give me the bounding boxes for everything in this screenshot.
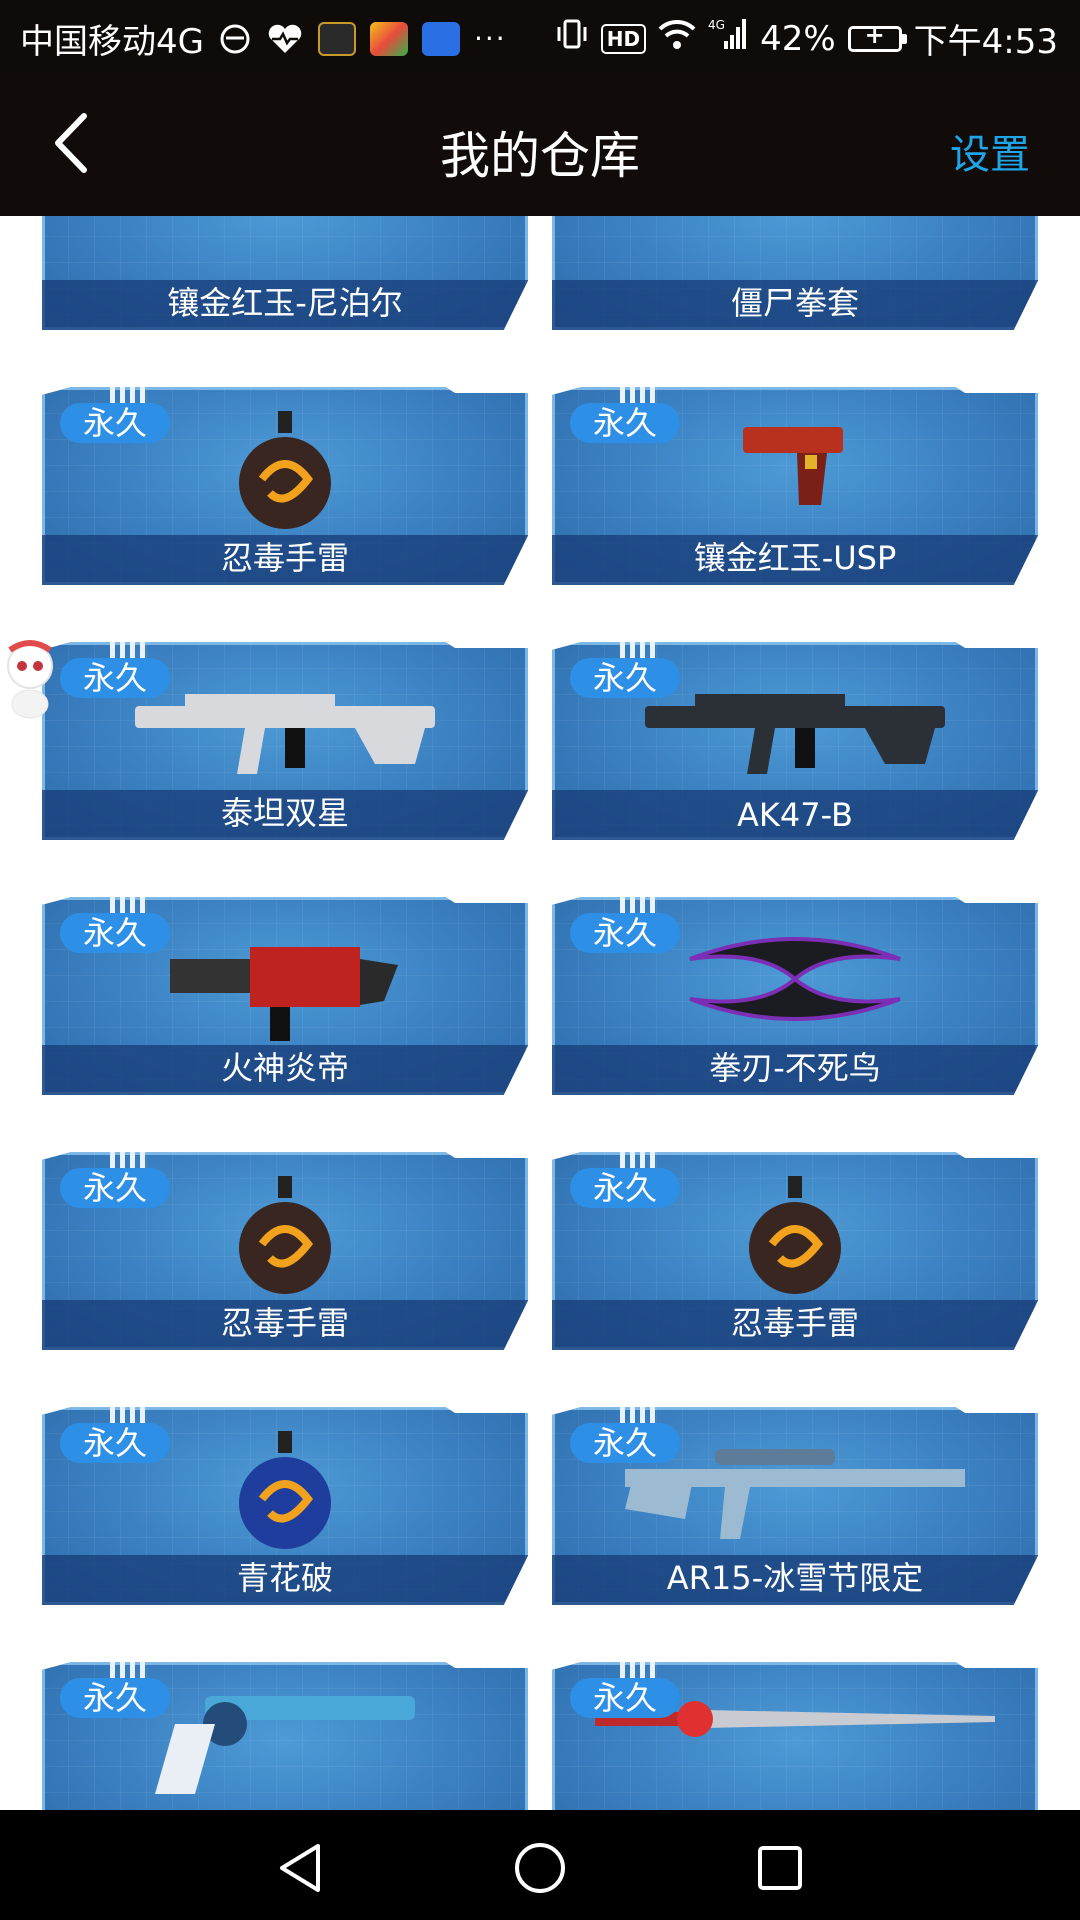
wifi-icon xyxy=(658,18,696,59)
more-notifications: ··· xyxy=(473,22,507,55)
item-name: 忍毒手雷 xyxy=(730,1304,859,1342)
floating-mascot[interactable] xyxy=(0,636,60,726)
battery-percent: 42% xyxy=(760,18,836,59)
item-card[interactable]: 永久 xyxy=(42,1662,528,1810)
item-card[interactable]: 永久忍毒手雷 xyxy=(42,387,528,585)
app-header: 我的仓库 设置 xyxy=(0,72,1080,216)
item-card[interactable]: 永久 AR15-冰雪节限定 xyxy=(552,1407,1038,1605)
triangle-back-icon xyxy=(280,1844,320,1892)
battery-charging-icon: + xyxy=(847,21,907,52)
blade-icon xyxy=(680,919,910,1043)
item-card[interactable]: 永久镶金红玉-USP xyxy=(552,387,1038,585)
permanent-badge: 永久 xyxy=(60,658,170,698)
system-navigation-bar xyxy=(0,1810,1080,1920)
item-name: 镶金红玉-USP xyxy=(693,539,897,577)
vibrate-icon xyxy=(555,17,589,60)
item-card[interactable]: 永久 AK47-B xyxy=(552,642,1038,840)
item-name: AK47-B xyxy=(737,796,853,834)
page-title: 我的仓库 xyxy=(440,127,640,185)
item-card[interactable]: 永久 xyxy=(552,1662,1038,1810)
item-card[interactable]: 永久忍毒手雷 xyxy=(42,1152,528,1350)
app-icon-game xyxy=(317,21,356,56)
app-icon-store xyxy=(369,21,408,56)
item-card[interactable]: 镶金红玉-尼泊尔 xyxy=(42,216,528,330)
heart-rate-icon xyxy=(266,22,304,56)
permanent-badge: 永久 xyxy=(570,658,680,698)
permanent-badge: 永久 xyxy=(570,403,680,443)
permanent-badge: 永久 xyxy=(60,1423,170,1463)
carrier-label: 中国移动4G xyxy=(20,22,204,62)
item-name: 青花破 xyxy=(236,1559,333,1597)
svg-text:4G: 4G xyxy=(708,18,725,32)
warehouse-scroll-area[interactable]: 镶金红玉-尼泊尔 僵尸拳套 永久 忍毒手雷 永久 镶金红玉-USP 永久 泰坦双星 永久 AK47… xyxy=(0,216,1080,1810)
knife-icon xyxy=(185,216,385,218)
item-card[interactable]: 永久火神炎帝 xyxy=(42,897,528,1095)
clock: 下午4:53 xyxy=(913,22,1058,62)
back-nav-button[interactable] xyxy=(270,1838,330,1898)
recents-nav-button[interactable] xyxy=(750,1838,810,1898)
item-name: 拳刃-不死鸟 xyxy=(709,1049,881,1087)
item-name: 镶金红玉-尼泊尔 xyxy=(167,284,403,322)
home-nav-button[interactable] xyxy=(510,1838,570,1898)
grenade-icon xyxy=(230,1174,340,1308)
permanent-badge: 永久 xyxy=(60,1678,170,1718)
item-card[interactable]: 永久拳刃-不死鸟 xyxy=(552,897,1038,1095)
hd-icon: HD xyxy=(600,23,647,54)
grenade-icon xyxy=(230,409,340,543)
circle-home-icon xyxy=(515,1843,565,1893)
item-name: 泰坦双星 xyxy=(220,794,349,832)
signal-icon: 4G xyxy=(708,17,748,60)
item-card[interactable]: 僵尸拳套 xyxy=(552,216,1038,330)
item-name: 忍毒手雷 xyxy=(220,1304,349,1342)
glasses-icon xyxy=(218,22,252,56)
permanent-badge: 永久 xyxy=(570,1678,680,1718)
permanent-badge: 永久 xyxy=(60,913,170,953)
permanent-badge: 永久 xyxy=(60,1168,170,1208)
settings-button[interactable]: 设置 xyxy=(950,122,1030,180)
rifle-icon xyxy=(125,664,445,788)
gatling-icon xyxy=(170,919,400,1053)
permanent-badge: 永久 xyxy=(60,403,170,443)
claw-icon xyxy=(695,216,895,218)
status-bar: 中国移动4G ··· HD 4G 42% + 下午4:53 xyxy=(0,0,1080,72)
item-name: AR15-冰雪节限定 xyxy=(666,1559,924,1597)
grenade-icon xyxy=(740,1174,850,1308)
item-card[interactable]: 永久忍毒手雷 xyxy=(552,1152,1038,1350)
rifle-icon xyxy=(635,664,955,788)
revolver-icon xyxy=(145,1684,425,1798)
grenade-icon xyxy=(230,1429,340,1563)
square-recents-icon xyxy=(758,1846,802,1890)
item-card[interactable]: 永久泰坦双星 xyxy=(42,642,528,840)
permanent-badge: 永久 xyxy=(570,1423,680,1463)
item-card[interactable]: 永久青花破 xyxy=(42,1407,528,1605)
permanent-badge: 永久 xyxy=(570,1168,680,1208)
baidu-icon xyxy=(421,21,460,56)
pistol-icon xyxy=(735,409,855,523)
permanent-badge: 永久 xyxy=(570,913,680,953)
item-name: 忍毒手雷 xyxy=(220,539,349,577)
item-name: 僵尸拳套 xyxy=(730,284,859,322)
item-name: 火神炎帝 xyxy=(220,1049,349,1087)
